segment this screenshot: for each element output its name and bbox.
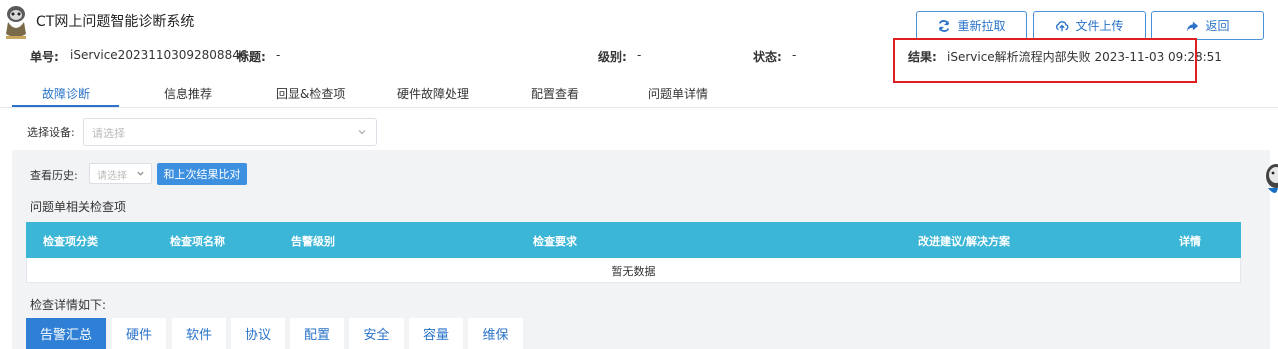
result-highlight-box	[893, 38, 1197, 83]
tab-maintenance[interactable]: 维保	[468, 318, 523, 349]
back-label: 返回	[1205, 19, 1230, 33]
tab-protocol[interactable]: 协议	[231, 318, 285, 349]
tab-fault-diagnosis[interactable]: 故障诊断	[42, 85, 90, 102]
app-title: CT网上问题智能诊断系统	[36, 14, 195, 30]
tab-security[interactable]: 安全	[349, 318, 404, 349]
level-label: 级别:	[598, 50, 627, 64]
ticket-value: iService20231103092808846	[70, 48, 248, 62]
column-header-category[interactable]: 检查项分类	[43, 233, 98, 249]
share-arrow-icon	[1187, 21, 1199, 31]
chevron-down-icon	[358, 130, 366, 135]
history-select[interactable]: 请选择	[89, 163, 152, 184]
tab-config[interactable]: 配置	[290, 318, 344, 349]
checks-table-header: 检查项分类 检查项名称 告警级别 检查要求 改进建议/解决方案 详情	[26, 222, 1241, 258]
tab-hardware[interactable]: 硬件	[112, 318, 166, 349]
tab-info-recommend[interactable]: 信息推荐	[164, 85, 212, 102]
refresh-icon	[939, 19, 950, 32]
upload-button[interactable]: 文件上传	[1033, 11, 1146, 40]
column-header-alarm-level[interactable]: 告警级别	[291, 233, 335, 249]
device-select[interactable]: 请选择	[83, 118, 377, 146]
tab-capacity[interactable]: 容量	[409, 318, 463, 349]
active-tab-indicator	[12, 105, 119, 107]
checks-table-body: 暂无数据	[26, 258, 1241, 283]
column-header-detail[interactable]: 详情	[1179, 233, 1201, 249]
refetch-button[interactable]: 重新拉取	[916, 11, 1027, 40]
tab-config-view[interactable]: 配置查看	[531, 85, 579, 102]
column-header-requirement[interactable]: 检查要求	[533, 233, 577, 249]
tab-software[interactable]: 软件	[172, 318, 226, 349]
chevron-down-icon	[137, 171, 144, 176]
tab-ticket-detail[interactable]: 问题单详情	[648, 85, 708, 102]
title-value: -	[276, 48, 281, 62]
column-header-solution[interactable]: 改进建议/解决方案	[918, 233, 1010, 249]
related-checks-title: 问题单相关检查项	[30, 200, 127, 214]
device-select-label: 选择设备:	[27, 126, 75, 139]
column-header-name[interactable]: 检查项名称	[170, 233, 225, 249]
status-label: 状态:	[753, 50, 782, 64]
back-button[interactable]: 返回	[1151, 11, 1264, 40]
tab-alarm-summary[interactable]: 告警汇总	[26, 318, 106, 349]
level-value: -	[637, 48, 642, 62]
main-tabs: 故障诊断 信息推荐 回显&检查项 硬件故障处理 配置查看 问题单详情	[0, 80, 1278, 108]
upload-label: 文件上传	[1075, 19, 1124, 33]
empty-table-text: 暂无数据	[611, 265, 656, 278]
cloud-upload-icon	[1056, 20, 1069, 31]
status-value: -	[792, 48, 797, 62]
ticket-label: 单号:	[30, 50, 59, 64]
tab-hardware-fault[interactable]: 硬件故障处理	[397, 85, 469, 102]
app-logo-icon	[6, 6, 26, 39]
history-select-placeholder: 请选择	[97, 171, 127, 182]
device-select-placeholder: 请选择	[92, 127, 125, 140]
assistant-icon[interactable]	[1264, 158, 1278, 200]
check-details-title: 检查详情如下:	[30, 298, 107, 312]
compare-last-result-button[interactable]: 和上次结果比对	[157, 163, 247, 185]
refetch-label: 重新拉取	[957, 19, 1006, 33]
tab-echo-check[interactable]: 回显&检查项	[276, 85, 345, 102]
title-label: 标题:	[237, 50, 266, 64]
history-label: 查看历史:	[30, 169, 78, 182]
